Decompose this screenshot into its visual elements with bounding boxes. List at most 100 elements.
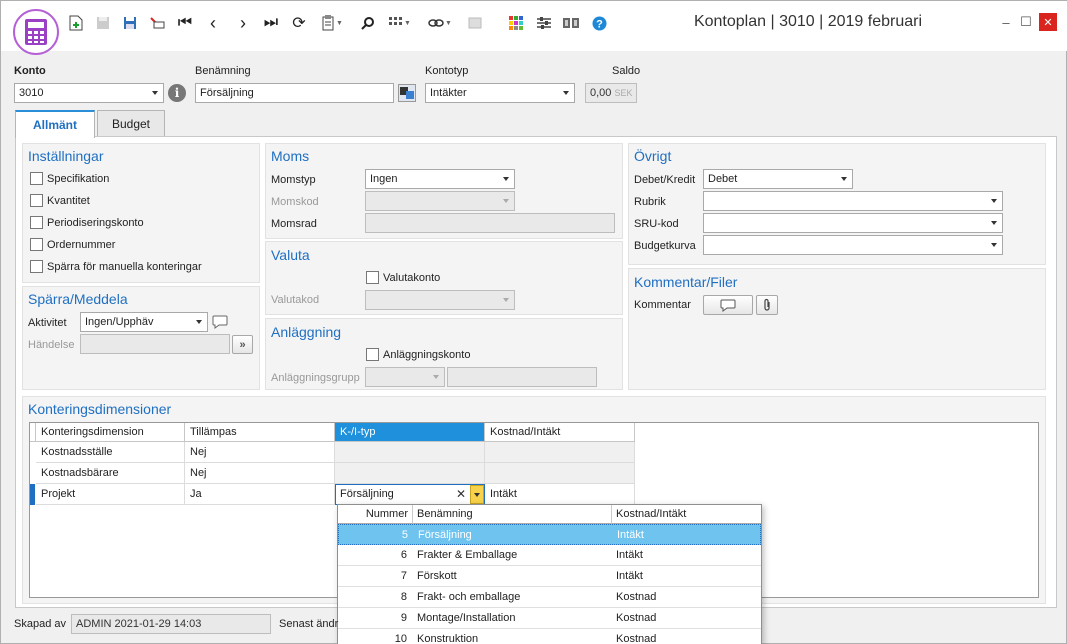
saldo-label: Saldo [612, 65, 641, 77]
dropdown-cell-benamning: Montage/Installation [417, 612, 516, 624]
refresh-icon[interactable]: ⟳ [289, 13, 309, 33]
paperclip-icon [764, 298, 770, 311]
dropdown-cell-benamning: Konstruktion [417, 633, 479, 644]
benamning-input[interactable]: Försäljning [195, 83, 394, 103]
search-icon[interactable] [358, 13, 378, 33]
valuta-title: Valuta [271, 247, 310, 263]
window-title: Kontoplan | 3010 | 2019 februari [693, 13, 922, 30]
rubrik-label: Rubrik [634, 196, 666, 208]
minimize-button[interactable]: – [997, 13, 1015, 31]
kityp-editor-value: Försäljning [340, 488, 394, 500]
maximize-button[interactable]: ☐ [1017, 13, 1035, 31]
debetkredit-select[interactable]: Debet [703, 169, 853, 189]
close-button[interactable]: ✕ [1039, 13, 1057, 31]
dropdown-row[interactable]: 10 Konstruktion Kostnad [338, 629, 761, 644]
momstyp-label: Momstyp [271, 174, 316, 186]
delete-icon[interactable] [147, 13, 167, 33]
table-cell-tillampas[interactable]: Ja [185, 484, 335, 505]
table-cell-dimension[interactable]: Kostnadsbärare [36, 463, 185, 484]
specifikation-label: Specifikation [47, 173, 110, 185]
table-cell-kityp [335, 463, 485, 484]
dropdown-cell-typ: Intäkt [616, 570, 643, 582]
first-record-icon[interactable]: ⏮︎ [175, 13, 195, 33]
col-header-dimension[interactable]: Konteringsdimension [36, 423, 185, 442]
previous-record-icon[interactable]: ‹ [203, 13, 223, 33]
sparra-manuella-checkbox[interactable] [30, 260, 43, 273]
momsrad-label: Momsrad [271, 218, 317, 230]
kvantitet-checkbox[interactable] [30, 194, 43, 207]
col-header-kityp[interactable]: K-/I-typ [335, 423, 485, 442]
forward-icon[interactable]: » [232, 335, 253, 354]
handelse-input [80, 334, 230, 354]
book-icon[interactable] [561, 13, 581, 33]
calculator-app-icon[interactable] [13, 9, 59, 55]
kvantitet-label: Kvantitet [47, 195, 90, 207]
dropdown-row[interactable]: 8 Frakt- och emballage Kostnad [338, 587, 761, 608]
benamning-label: Benämning [195, 65, 251, 77]
kontotyp-label: Kontotyp [425, 65, 469, 77]
dropdown-row[interactable]: 9 Montage/Installation Kostnad [338, 608, 761, 629]
comment-icon [720, 299, 736, 312]
momskod-label: Momskod [271, 196, 319, 208]
comment-bubble-icon[interactable] [212, 315, 228, 332]
saldo-value: 0,00 [590, 87, 612, 99]
kommentar-button[interactable] [703, 295, 753, 315]
info-icon[interactable]: i [168, 84, 186, 102]
link-icon[interactable]: ▼ [426, 13, 454, 33]
periodiseringskonto-checkbox[interactable] [30, 216, 43, 229]
anlaggningskonto-checkbox[interactable] [366, 348, 379, 361]
dropdown-row[interactable]: 5 Försäljning Intäkt [338, 524, 761, 545]
aktivitet-select[interactable]: Ingen/Upphäv [80, 312, 208, 332]
installningar-title: Inställningar [28, 148, 104, 164]
translate-icon[interactable] [398, 84, 416, 102]
senast-label: Senast ändr [279, 618, 339, 630]
dropdown-row[interactable]: 6 Frakter & Emballage Intäkt [338, 545, 761, 566]
table-cell-kostnad[interactable]: Intäkt [485, 484, 635, 505]
table-cell-dimension[interactable]: Projekt [36, 484, 185, 505]
konto-select[interactable]: 3010 [14, 83, 164, 103]
save-disabled-icon [93, 13, 113, 33]
title-bar: ⏮︎ ‹ › ⏭︎ ⟳ ▼ ▼ ▼ ? Kontoplan | 3010 | 2… [1, 1, 1067, 55]
table-cell-tillampas[interactable]: Nej [185, 463, 335, 484]
save-icon[interactable] [120, 13, 140, 33]
dropdown-header-typ[interactable]: Kostnad/Intäkt [612, 505, 761, 524]
dropdown-chevron-icon[interactable] [470, 485, 484, 504]
budgetkurva-select[interactable] [703, 235, 1003, 255]
konto-label: Konto [14, 65, 46, 77]
dropdown-header-benamning[interactable]: Benämning [413, 505, 612, 524]
specifikation-checkbox[interactable] [30, 172, 43, 185]
help-icon[interactable]: ? [589, 13, 609, 33]
next-record-icon[interactable]: › [233, 13, 253, 33]
anlaggningsgrupp-name-input [447, 367, 597, 387]
srukod-select[interactable] [703, 213, 1003, 233]
tab-budget[interactable]: Budget [97, 110, 165, 137]
color-tiles-icon[interactable] [506, 13, 526, 33]
rubrik-select[interactable] [703, 191, 1003, 211]
ordernummer-label: Ordernummer [47, 239, 116, 251]
new-document-icon[interactable] [66, 13, 86, 33]
filter-settings-icon[interactable] [534, 13, 554, 33]
attachment-button[interactable] [756, 295, 778, 315]
momstyp-select[interactable]: Ingen [365, 169, 515, 189]
clear-icon[interactable]: ✕ [456, 487, 466, 501]
saldo-currency: SEK [614, 88, 633, 98]
table-cell-dimension[interactable]: Kostnadsställe [36, 442, 185, 463]
dropdown-row[interactable]: 7 Förskott Intäkt [338, 566, 761, 587]
dropdown-cell-typ: Kostnad [616, 612, 657, 624]
tab-allmant[interactable]: Allmänt [15, 110, 95, 138]
table-cell-tillampas[interactable]: Nej [185, 442, 335, 463]
col-header-tillampas[interactable]: Tillämpas [185, 423, 335, 442]
ordernummer-checkbox[interactable] [30, 238, 43, 251]
last-record-icon[interactable]: ⏭︎ [261, 13, 281, 33]
kontotyp-select[interactable]: Intäkter [425, 83, 575, 103]
current-row-indicator [30, 484, 35, 505]
budgetkurva-label: Budgetkurva [634, 240, 696, 252]
col-header-kostnad[interactable]: Kostnad/Intäkt [485, 423, 635, 442]
grid-columns-icon[interactable]: ▼ [386, 13, 414, 33]
dropdown-cell-benamning: Frakter & Emballage [417, 549, 518, 561]
clipboard-paste-icon[interactable]: ▼ [318, 13, 346, 33]
svg-text:?: ? [596, 18, 603, 30]
dimensioner-title: Konteringsdimensioner [28, 401, 172, 417]
dropdown-header-nummer[interactable]: Nummer [338, 505, 413, 524]
valutakonto-checkbox[interactable] [366, 271, 379, 284]
